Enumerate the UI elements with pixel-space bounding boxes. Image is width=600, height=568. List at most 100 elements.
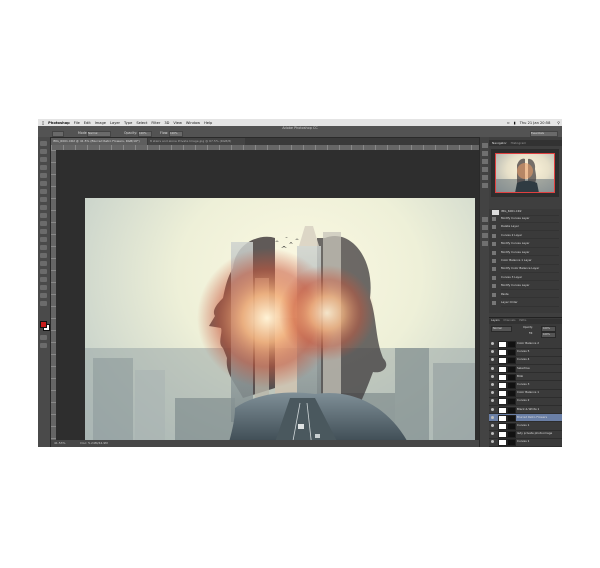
shape-tool-icon[interactable]	[40, 277, 47, 282]
history-item[interactable]: Curves 3 Layer	[501, 275, 559, 282]
search-icon[interactable]: ⚲	[557, 121, 560, 125]
path-select-tool-icon[interactable]	[40, 269, 47, 274]
clock[interactable]: Thu 21 Jan 20:58	[520, 121, 551, 125]
doc-info: Doc: 5.24M/44.9M	[80, 441, 108, 445]
blur-tool-icon[interactable]	[40, 237, 47, 242]
edit-toolbar-icon[interactable]	[40, 301, 47, 306]
history-item[interactable]: Modify Color Balance Layer	[501, 266, 559, 273]
visibility-eye-icon[interactable]	[491, 432, 494, 436]
tab-navigator[interactable]: Navigator	[492, 141, 507, 145]
visibility-eye-icon[interactable]	[491, 350, 494, 354]
visibility-eye-icon[interactable]	[491, 358, 494, 362]
type-tool-icon[interactable]	[40, 261, 47, 266]
history-item[interactable]: Modify Curves Layer	[501, 250, 559, 257]
menu-help[interactable]: Help	[204, 121, 212, 125]
wifi-icon[interactable]: ≈	[507, 121, 510, 125]
layers-fill-input[interactable]: 100%	[541, 332, 556, 338]
brush-panel-icon[interactable]	[482, 217, 488, 222]
tab-active-document[interactable]: IMG_6001.CR2 @ 41.5% (Blurred Retro Flow…	[51, 138, 147, 145]
marquee-tool-icon[interactable]	[40, 149, 47, 154]
menu-file[interactable]: File	[74, 121, 80, 125]
color-panel-icon[interactable]	[482, 167, 488, 172]
history-item[interactable]: Modify Curves Layer	[501, 283, 559, 290]
brush-tool-icon[interactable]	[40, 197, 47, 202]
visibility-eye-icon[interactable]	[491, 383, 494, 386]
tab-layers[interactable]: Layers	[491, 319, 500, 322]
healing-brush-tool-icon[interactable]	[40, 189, 47, 194]
tab-channels[interactable]: Channels	[503, 319, 515, 322]
tab-inactive-document[interactable]: 8 stairs and alone Private Image.jpg @ 6…	[148, 138, 245, 145]
navigator-view-box[interactable]	[495, 153, 555, 193]
crop-tool-icon[interactable]	[40, 173, 47, 178]
pen-tool-icon[interactable]	[40, 253, 47, 258]
history-item[interactable]: Color Balance 1 Layer	[501, 258, 559, 265]
canvas-area[interactable]	[56, 150, 479, 447]
history-brush-tool-icon[interactable]	[40, 213, 47, 218]
blend-mode-select[interactable]: Normal	[491, 326, 512, 332]
visibility-eye-icon[interactable]	[491, 374, 494, 378]
tab-histogram[interactable]: Histogram	[511, 141, 527, 145]
visibility-eye-icon[interactable]	[491, 399, 494, 403]
quick-select-tool-icon[interactable]	[40, 165, 47, 170]
quick-mask-icon[interactable]	[40, 335, 47, 340]
history-item[interactable]: Modify Curves Layer	[501, 241, 559, 248]
character-panel-icon[interactable]	[482, 225, 488, 230]
tab-paths[interactable]: Paths	[519, 319, 526, 322]
history-item[interactable]: Curves 2 Layer	[501, 233, 559, 240]
foreground-color-swatch[interactable]	[40, 321, 47, 328]
double-exposure-artwork[interactable]	[85, 198, 475, 447]
menu-photoshop[interactable]: Photoshop	[48, 121, 70, 125]
eraser-tool-icon[interactable]	[40, 221, 47, 226]
menu-3d[interactable]: 3D	[164, 121, 169, 125]
adjustments-panel-icon[interactable]	[482, 159, 488, 164]
clone-stamp-tool-icon[interactable]	[40, 205, 47, 210]
history-item[interactable]: Delete Layer	[501, 224, 559, 231]
menu-type[interactable]: Type	[124, 121, 132, 125]
eyedropper-tool-icon[interactable]	[40, 181, 47, 186]
layer-thumbnail	[498, 423, 507, 430]
zoom-level[interactable]: 41.53%	[54, 441, 65, 445]
history-panel-icon[interactable]	[482, 143, 488, 148]
navigator-preview[interactable]	[491, 149, 559, 197]
properties-panel-icon[interactable]	[482, 151, 488, 156]
layer-thumbnail	[498, 365, 507, 373]
visibility-eye-icon[interactable]	[491, 424, 494, 427]
visibility-eye-icon[interactable]	[491, 366, 494, 370]
visibility-eye-icon[interactable]	[491, 415, 494, 419]
layer-thumbnail	[498, 390, 507, 398]
history-item[interactable]: Modify Curves Layer	[501, 216, 559, 223]
menu-view[interactable]: View	[173, 121, 182, 125]
menu-image[interactable]: Image	[95, 121, 106, 125]
apple-icon[interactable]: 	[42, 121, 44, 125]
visibility-eye-icon[interactable]	[491, 440, 494, 444]
visibility-eye-icon[interactable]	[491, 407, 494, 411]
paragraph-panel-icon[interactable]	[482, 233, 488, 238]
actions-panel-icon[interactable]	[482, 241, 488, 246]
history-item[interactable]: Layer Order	[501, 300, 559, 307]
swatches-panel-icon[interactable]	[482, 175, 488, 180]
mode-select[interactable]: Normal	[87, 131, 111, 137]
menu-window[interactable]: Window	[186, 121, 200, 125]
battery-icon[interactable]: ▮	[514, 121, 516, 125]
move-tool-icon[interactable]	[40, 141, 47, 146]
lasso-tool-icon[interactable]	[40, 157, 47, 162]
screen-mode-icon[interactable]	[40, 343, 47, 348]
visibility-eye-icon[interactable]	[491, 342, 494, 345]
zoom-tool-icon[interactable]	[40, 293, 47, 298]
menu-layer[interactable]: Layer	[110, 121, 120, 125]
menu-select[interactable]: Select	[136, 121, 147, 125]
status-bar: 41.53% Doc: 5.24M/44.9M	[51, 440, 479, 447]
layer-row[interactable]: Curves 1	[489, 438, 562, 447]
history-item[interactable]: Paste	[501, 292, 559, 299]
visibility-eye-icon[interactable]	[491, 391, 494, 395]
hand-tool-icon[interactable]	[40, 285, 47, 290]
dodge-tool-icon[interactable]	[40, 245, 47, 250]
menu-filter[interactable]: Filter	[151, 121, 160, 125]
flow-input[interactable]: 100%	[169, 131, 183, 137]
styles-panel-icon[interactable]	[482, 183, 488, 188]
history-snapshot[interactable]: IMG_6001.CR2	[501, 209, 559, 216]
gradient-tool-icon[interactable]	[40, 229, 47, 234]
brush-preset-picker[interactable]	[52, 131, 64, 137]
opacity-input[interactable]: 100%	[138, 131, 152, 137]
menu-edit[interactable]: Edit	[84, 121, 91, 125]
